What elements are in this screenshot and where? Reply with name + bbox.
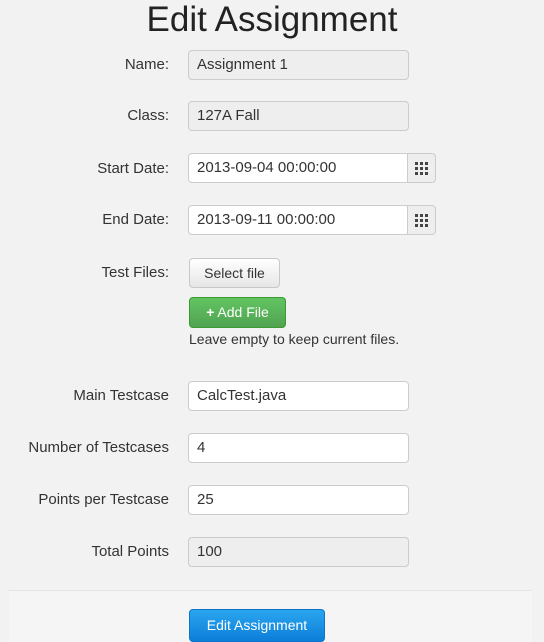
points-per-testcase-label: Points per Testcase [38,491,169,508]
test-files-label: Test Files: [101,264,169,281]
edit-assignment-page: Edit Assignment Name: Assignment 1 Class… [0,0,544,642]
end-date-label: End Date: [102,211,169,228]
name-field: Assignment 1 [188,50,409,80]
num-testcases-input[interactable]: 4 [188,433,409,463]
calendar-icon [415,162,428,175]
class-label: Class: [127,107,169,124]
num-testcases-label: Number of Testcases [28,439,169,456]
test-files-help-text: Leave empty to keep current files. [189,331,400,347]
main-testcase-label: Main Testcase [73,387,169,404]
end-date-input[interactable]: 2013-09-11 00:00:00 [188,205,408,235]
edit-assignment-button[interactable]: Edit Assignment [189,609,325,642]
total-points-label: Total Points [91,543,169,560]
select-file-button[interactable]: Select file [189,258,280,288]
name-label: Name: [124,56,169,73]
total-points-field: 100 [188,537,409,567]
start-date-input[interactable]: 2013-09-04 00:00:00 [188,153,408,183]
add-file-button[interactable]: + Add File [189,297,286,328]
start-date-picker-button[interactable] [408,153,436,183]
start-date-label: Start Date: [97,160,169,177]
plus-icon: + [206,304,215,320]
main-testcase-input[interactable]: CalcTest.java [188,381,409,411]
calendar-icon [415,214,428,227]
add-file-label: Add File [217,304,269,320]
page-title: Edit Assignment [146,0,398,39]
end-date-picker-button[interactable] [408,205,436,235]
class-field: 127A Fall [188,101,409,131]
points-per-testcase-input[interactable]: 25 [188,485,409,515]
